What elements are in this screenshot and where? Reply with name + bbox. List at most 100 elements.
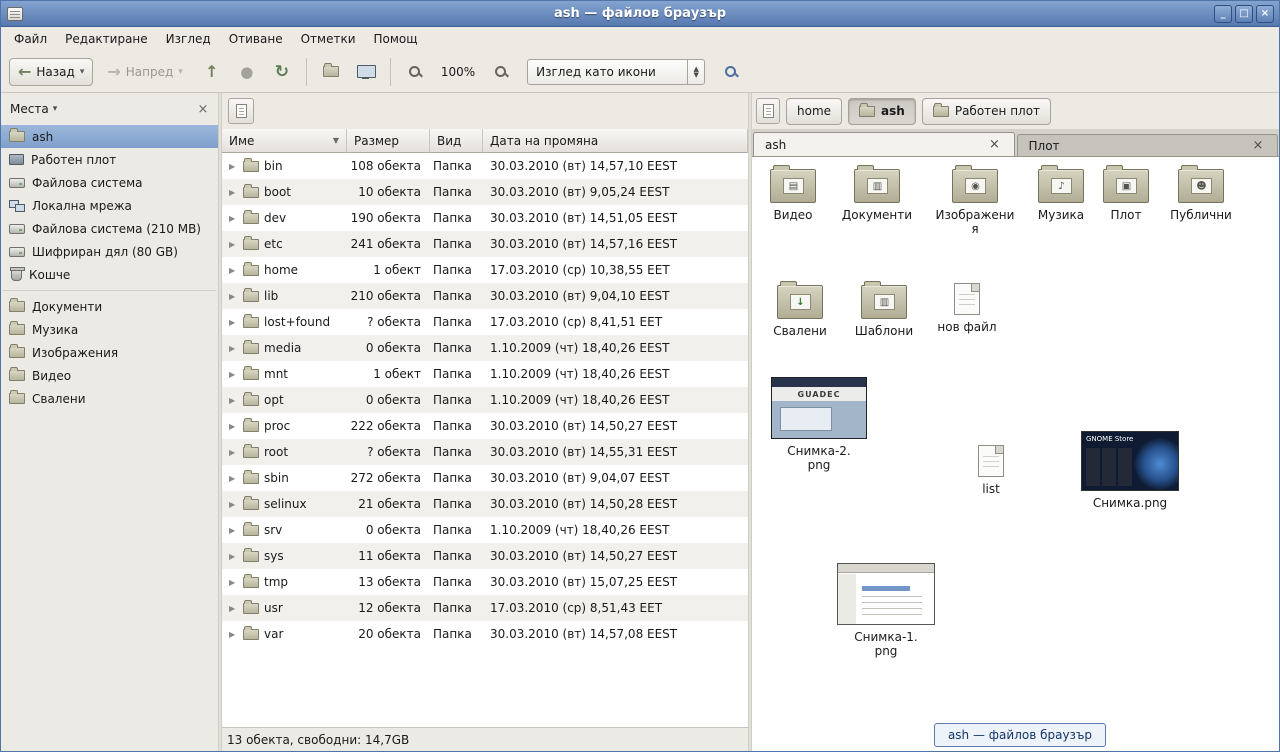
expander-icon[interactable]: ▶ [229, 448, 238, 457]
expander-icon[interactable]: ▶ [229, 188, 238, 197]
sidebar-item-music[interactable]: Музика [1, 318, 218, 341]
file-row[interactable]: ▶ lib 210 обекта Папка 30.03.2010 (вт) 9… [222, 283, 748, 309]
column-header-type[interactable]: Вид [430, 129, 483, 153]
view-mode-spinner[interactable]: ▲ ▼ [687, 60, 704, 84]
expander-icon[interactable]: ▶ [229, 240, 238, 249]
zoom-out-button[interactable] [400, 58, 430, 86]
file-row[interactable]: ▶ sbin 272 обекта Папка 30.03.2010 (вт) … [222, 465, 748, 491]
file-row[interactable]: ▶ bin 108 обекта Папка 30.03.2010 (вт) 1… [222, 153, 748, 179]
file-row[interactable]: ▶ srv 0 обекта Папка 1.10.2009 (чт) 18,4… [222, 517, 748, 543]
forward-button[interactable]: → Напред ▾ [98, 58, 191, 86]
column-header-name[interactable]: Име ▼ [222, 129, 347, 153]
sidebar-item-video[interactable]: Видео [1, 364, 218, 387]
icon-item-snimka2[interactable]: GUADEC Снимка-2.png [769, 377, 869, 472]
sidebar-item-filesystem[interactable]: Файлова система [1, 171, 218, 194]
expander-icon[interactable]: ▶ [229, 552, 238, 561]
expander-icon[interactable]: ▶ [229, 526, 238, 535]
notes-button[interactable] [228, 98, 254, 124]
icon-item-desktop[interactable]: ▣ Плот [1094, 169, 1158, 222]
expander-icon[interactable]: ▶ [229, 604, 238, 613]
file-row[interactable]: ▶ root ? обекта Папка 30.03.2010 (вт) 14… [222, 439, 748, 465]
file-row[interactable]: ▶ mnt 1 обект Папка 1.10.2009 (чт) 18,40… [222, 361, 748, 387]
expander-icon[interactable]: ▶ [229, 318, 238, 327]
breadcrumb-desktop[interactable]: Работен плот [922, 98, 1051, 125]
titlebar[interactable]: ash — файлов браузър _ □ × [1, 1, 1279, 27]
expander-icon[interactable]: ▶ [229, 214, 238, 223]
expander-icon[interactable]: ▶ [229, 344, 238, 353]
icon-item-documents[interactable]: ▥ Документи [840, 169, 914, 222]
tab-close-icon[interactable]: × [987, 138, 1003, 151]
expander-icon[interactable]: ▶ [229, 266, 238, 275]
home-button[interactable] [316, 58, 346, 86]
search-button[interactable] [716, 58, 746, 86]
back-button[interactable]: ← Назад ▾ [9, 58, 93, 86]
file-row[interactable]: ▶ var 20 обекта Папка 30.03.2010 (вт) 14… [222, 621, 748, 647]
file-row[interactable]: ▶ boot 10 обекта Папка 30.03.2010 (вт) 9… [222, 179, 748, 205]
sidebar-item-ash[interactable]: ash [1, 125, 218, 148]
file-row[interactable]: ▶ etc 241 обекта Папка 30.03.2010 (вт) 1… [222, 231, 748, 257]
icon-item-new-file[interactable]: нов файл [932, 283, 1002, 334]
expander-icon[interactable]: ▶ [229, 370, 238, 379]
sidebar-item-downloads[interactable]: Свалени [1, 387, 218, 410]
sidebar-item-encrypted-80gb[interactable]: Шифриран дял (80 GB) [1, 240, 218, 263]
expander-icon[interactable]: ▶ [229, 422, 238, 431]
file-row[interactable]: ▶ tmp 13 обекта Папка 30.03.2010 (вт) 15… [222, 569, 748, 595]
expander-icon[interactable]: ▶ [229, 162, 238, 171]
expander-icon[interactable]: ▶ [229, 396, 238, 405]
icon-item-pictures[interactable]: ◉ Изображения [934, 169, 1016, 236]
menu-edit[interactable]: Редактиране [56, 29, 157, 49]
column-header-size[interactable]: Размер [347, 129, 430, 153]
menu-bookmarks[interactable]: Отметки [292, 29, 365, 49]
icon-item-list[interactable]: list [956, 445, 1026, 496]
file-row[interactable]: ▶ dev 190 обекта Папка 30.03.2010 (вт) 1… [222, 205, 748, 231]
sidebar-item-pictures[interactable]: Изображения [1, 341, 218, 364]
file-row[interactable]: ▶ usr 12 обекта Папка 17.03.2010 (ср) 8,… [222, 595, 748, 621]
file-row[interactable]: ▶ sys 11 обекта Папка 30.03.2010 (вт) 14… [222, 543, 748, 569]
tab-close-icon[interactable]: × [1250, 139, 1266, 152]
expander-icon[interactable]: ▶ [229, 578, 238, 587]
breadcrumb-ash[interactable]: ash [848, 98, 916, 125]
up-button[interactable]: ↑ [197, 58, 227, 86]
file-row[interactable]: ▶ proc 222 обекта Папка 30.03.2010 (вт) … [222, 413, 748, 439]
icon-item-downloads[interactable]: ↓ Свалени [765, 285, 835, 338]
expander-icon[interactable]: ▶ [229, 500, 238, 509]
file-row[interactable]: ▶ media 0 обекта Папка 1.10.2009 (чт) 18… [222, 335, 748, 361]
tab-ash[interactable]: ash × [753, 132, 1015, 156]
expander-icon[interactable]: ▶ [229, 292, 238, 301]
icon-item-public[interactable]: ☻ Публични [1164, 169, 1238, 222]
reload-button[interactable]: ↻ [267, 58, 297, 86]
file-row[interactable]: ▶ selinux 21 обекта Папка 30.03.2010 (вт… [222, 491, 748, 517]
sidebar-item-documents[interactable]: Документи [1, 295, 218, 318]
sidebar-title[interactable]: Места [10, 102, 49, 116]
location-toggle-button[interactable] [756, 98, 780, 124]
menu-view[interactable]: Изглед [157, 29, 220, 49]
sidebar-item-desktop[interactable]: Работен плот [1, 148, 218, 171]
taskbar-window-button[interactable]: ash — файлов браузър [934, 723, 1106, 747]
sidebar-item-trash[interactable]: Кошче [1, 263, 218, 286]
minimize-button[interactable]: _ [1214, 5, 1232, 23]
file-row[interactable]: ▶ opt 0 обекта Папка 1.10.2009 (чт) 18,4… [222, 387, 748, 413]
icon-item-snimka1[interactable]: Снимка-1.png [836, 563, 936, 658]
sidebar-close-button[interactable]: × [194, 102, 212, 117]
icon-item-music[interactable]: ♪ Музика [1026, 169, 1096, 222]
expander-icon[interactable]: ▶ [229, 630, 238, 639]
column-header-date[interactable]: Дата на промяна [483, 129, 748, 153]
sidebar-item-filesystem-210mb[interactable]: Файлова система (210 MB) [1, 217, 218, 240]
menu-help[interactable]: Помощ [365, 29, 427, 49]
close-button[interactable]: × [1256, 5, 1274, 23]
menu-file[interactable]: Файл [5, 29, 56, 49]
icon-item-templates[interactable]: ▥ Шаблони [847, 285, 921, 338]
icon-item-snimka[interactable]: GNOME Store Снимка.png [1080, 431, 1180, 510]
maximize-button[interactable]: □ [1235, 5, 1253, 23]
menu-go[interactable]: Отиване [220, 29, 292, 49]
sidebar-dropdown-icon[interactable]: ▾ [53, 104, 58, 114]
file-row[interactable]: ▶ home 1 обект Папка 17.03.2010 (ср) 10,… [222, 257, 748, 283]
computer-button[interactable] [351, 58, 381, 86]
sidebar-item-network[interactable]: Локална мрежа [1, 194, 218, 217]
stop-button[interactable]: ● [232, 58, 262, 86]
zoom-in-button[interactable] [486, 58, 516, 86]
file-row[interactable]: ▶ lost+found ? обекта Папка 17.03.2010 (… [222, 309, 748, 335]
expander-icon[interactable]: ▶ [229, 474, 238, 483]
view-mode-select[interactable]: Изглед като икони ▲ ▼ [527, 59, 705, 85]
breadcrumb-home[interactable]: home [786, 98, 842, 125]
